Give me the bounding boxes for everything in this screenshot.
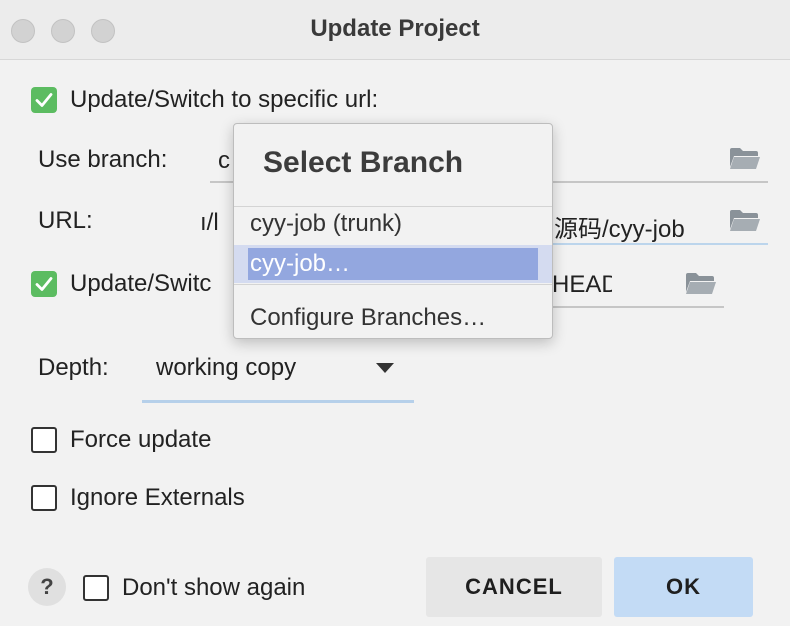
- ok-button[interactable]: OK: [614, 557, 753, 617]
- title-bar: Update Project: [0, 0, 790, 60]
- revision-field[interactable]: HEAD: [552, 271, 612, 299]
- ignore-externals-checkbox[interactable]: [31, 485, 57, 511]
- depth-label: Depth:: [38, 354, 109, 381]
- configure-branches-item[interactable]: Configure Branches…: [250, 304, 486, 332]
- chevron-down-icon[interactable]: [375, 362, 395, 374]
- depth-select[interactable]: working copy: [156, 354, 296, 382]
- switch-url-checkbox[interactable]: [31, 87, 57, 113]
- url-field-left[interactable]: ı/l: [200, 209, 232, 237]
- url-underline: [552, 243, 768, 245]
- dialog-title: Update Project: [310, 15, 480, 42]
- switch-revision-label: Update/Switc: [70, 270, 212, 297]
- popup-title: Select Branch: [263, 146, 464, 179]
- switch-revision-checkbox[interactable]: [31, 271, 57, 297]
- checkmark-icon: [35, 93, 53, 107]
- ignore-externals-label: Ignore Externals: [70, 484, 245, 511]
- checkmark-icon: [35, 277, 53, 291]
- force-update-label: Force update: [70, 426, 212, 453]
- folder-icon[interactable]: [729, 147, 761, 171]
- popup-divider: [234, 284, 552, 285]
- cancel-button[interactable]: CANCEL: [426, 557, 602, 617]
- force-update-checkbox[interactable]: [31, 427, 57, 453]
- folder-icon[interactable]: [685, 272, 717, 296]
- revision-underline: [552, 306, 724, 308]
- update-project-dialog: Update Project Update/Switch to specific…: [0, 0, 790, 626]
- dont-show-again-checkbox[interactable]: [83, 575, 109, 601]
- select-branch-popup: Select Branch cyy-job (trunk) cyy-job… C…: [233, 123, 553, 339]
- folder-icon[interactable]: [729, 209, 761, 233]
- url-label: URL:: [38, 207, 93, 234]
- popup-divider: [234, 206, 552, 207]
- branch-item-cyy-job[interactable]: cyy-job…: [250, 250, 350, 278]
- help-icon[interactable]: ?: [28, 568, 66, 606]
- switch-url-label: Update/Switch to specific url:: [70, 86, 379, 113]
- url-field-right[interactable]: 源码/cyy-job: [554, 209, 718, 244]
- use-branch-label: Use branch:: [38, 146, 168, 173]
- depth-select-underline: [142, 400, 414, 403]
- dont-show-again-label: Don't show again: [122, 574, 306, 601]
- branch-item-trunk[interactable]: cyy-job (trunk): [250, 210, 402, 238]
